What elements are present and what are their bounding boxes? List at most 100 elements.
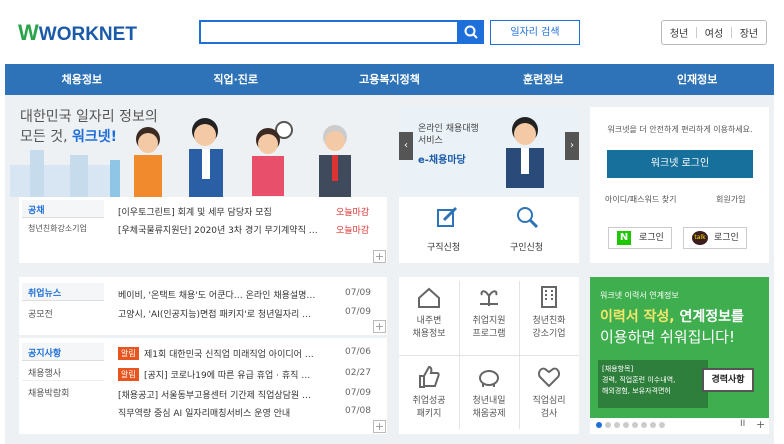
notice-date: 07/08 — [345, 406, 371, 416]
more-button[interactable]: + — [373, 320, 386, 333]
chevron-left-icon[interactable]: ‹ — [399, 132, 413, 160]
tab-youth-company[interactable]: 청년친화강소기업 — [22, 220, 104, 238]
status-badge: 오늘마감 — [336, 226, 370, 236]
service-success-package[interactable]: 취업성공패키지 — [399, 364, 459, 419]
career-card: 경력사항 — [702, 368, 754, 392]
banner-line2: 서비스 — [418, 136, 443, 146]
service-nearby-jobs[interactable]: 내주변채용정보 — [399, 284, 459, 339]
notice-item[interactable]: [공지] 코로나19에 따른 유급 휴업 · 휴직 … — [144, 368, 334, 381]
news-item[interactable]: 베이비, '온택트 채용'도 어쿤다… 온라인 채용설명… — [118, 288, 330, 301]
audience-selector: 청년 여성 장년 — [661, 20, 767, 45]
alert-badge: 알림 — [118, 347, 139, 360]
worknet-logo[interactable]: WWORKNET — [18, 20, 137, 46]
service-label: 프로그램 — [472, 329, 506, 339]
login-desc: 워크넷을 더 안전하게 편리하게 이용하세요. — [607, 125, 753, 134]
naver-login-button[interactable]: N 로그인 — [608, 227, 672, 249]
info-line: [채용항목] — [602, 365, 634, 373]
plus-icon[interactable]: + — [756, 418, 765, 431]
tab-news[interactable]: 취업뉴스 — [22, 283, 104, 301]
service-support-program[interactable]: 취업지원프로그램 — [459, 284, 519, 339]
job-search-button[interactable]: 일자리 검색 — [490, 20, 580, 45]
info-line: 해외경험, 보유자격면허 — [602, 387, 671, 395]
service-youth-deduction[interactable]: 청년내일채움공제 — [459, 364, 519, 419]
service-label: 패키지 — [416, 409, 442, 419]
tab-notice[interactable]: 공지사항 — [22, 343, 104, 361]
notice-item[interactable]: [채용공고] 서울동부고용센터 기간제 직업상담원 … — [118, 388, 334, 401]
audience-women[interactable]: 여성 — [705, 25, 723, 40]
search-icon — [464, 25, 478, 39]
signup-link[interactable]: 회원가입 — [716, 194, 745, 205]
search-input[interactable] — [199, 20, 459, 44]
audience-senior[interactable]: 장년 — [740, 25, 758, 40]
tab-contest[interactable]: 공모전 — [22, 304, 104, 322]
more-button[interactable]: + — [373, 250, 386, 263]
service-label: 내주변 — [416, 316, 442, 326]
recruit-item[interactable]: [이우토그린트] 회계 및 세무 담당자 모집 — [118, 205, 328, 218]
banner-info-box: [채용항목] 경력, 직업훈련 이수내역, 해외경험, 보유자격면허 — [598, 360, 708, 408]
piggy-bank-icon — [479, 370, 499, 387]
businessman-illustration — [506, 117, 544, 188]
nav-item-talent[interactable]: 인재정보 — [620, 64, 774, 95]
apply-panel — [399, 197, 579, 263]
headline-part: 를 — [731, 309, 744, 325]
find-id-link[interactable]: 아이디/패스워드 찾기 — [605, 194, 676, 205]
service-label: 채용정보 — [412, 329, 446, 339]
pencil-icon — [437, 206, 458, 227]
service-label: 취업성공 — [412, 396, 446, 406]
service-psych-test[interactable]: 직업심리검사 — [519, 364, 579, 419]
pager-dots[interactable] — [596, 422, 665, 428]
notice-date: 07/09 — [345, 388, 371, 398]
service-label: 채움공제 — [472, 409, 506, 419]
news-date: 07/09 — [345, 288, 371, 298]
tab-recruit-event[interactable]: 채용행사 — [22, 363, 104, 381]
nav-item-jobs[interactable]: 채용정보 — [5, 64, 159, 95]
news-item[interactable]: 고양시, 'AI(인공지능)면접 패키지'로 청년일자리 … — [118, 307, 330, 320]
info-line: 경력, 직업훈련 이수내역, — [602, 376, 676, 384]
notice-date: 02/27 — [345, 368, 371, 378]
kakao-login-label: 로그인 — [714, 233, 739, 243]
notice-date: 07/06 — [345, 347, 371, 357]
notice-item[interactable]: 직무역량 중심 AI 일자리매칭서비스 운영 안내 — [118, 406, 334, 419]
service-youth-company[interactable]: 청년친화강소기업 — [519, 284, 579, 339]
service-label: 청년내일 — [472, 396, 506, 406]
service-label: 강소기업 — [532, 329, 566, 339]
notice-item[interactable]: 제1회 대한민국 신직업 미래직업 아이디어 … — [144, 347, 334, 360]
more-button[interactable]: + — [373, 420, 386, 433]
house-location-icon — [418, 287, 440, 308]
news-date: 07/09 — [345, 307, 371, 317]
nav-item-career[interactable]: 직업·진로 — [159, 64, 313, 95]
headline-part: 연계정보 — [679, 309, 731, 325]
banner-subheadline: 이용하면 쉬워집니다! — [600, 328, 735, 346]
heart-check-icon — [537, 367, 561, 388]
audience-youth[interactable]: 청년 — [670, 25, 688, 40]
hero-illustration — [10, 118, 351, 197]
tab-job-fair[interactable]: 채용박람회 — [22, 383, 104, 401]
nav-item-training[interactable]: 훈련정보 — [466, 64, 620, 95]
banner-text: 온라인 채용대행 서비스 — [418, 123, 479, 147]
service-label: 취업지원 — [472, 316, 506, 326]
chevron-right-icon[interactable]: › — [565, 132, 579, 160]
kakao-login-button[interactable]: talk 로그인 — [683, 227, 747, 249]
service-label: 검사 — [540, 409, 558, 419]
magnifier-icon — [517, 207, 538, 228]
headline-part: 이력서 작성, — [600, 309, 680, 325]
logo-text: WORKNET — [38, 24, 137, 45]
thumbs-up-icon — [419, 365, 440, 388]
search-button[interactable] — [458, 20, 484, 44]
building-icon — [541, 286, 557, 308]
recruit-item[interactable]: [우체국물류지원단] 2020년 3차 경기 무기계약직 … — [118, 223, 328, 236]
service-label: 직업심리 — [532, 396, 566, 406]
job-seek-apply[interactable]: 구직신청 — [427, 240, 460, 253]
pause-icon[interactable]: II — [740, 419, 745, 429]
worknet-login-button[interactable]: 워크넷 로그인 — [607, 150, 753, 178]
banner-small-title: 워크넷 이력서 연계정보 — [600, 291, 679, 300]
banner-brand: e-채용마당 — [418, 155, 466, 166]
service-label: 청년친화 — [532, 316, 566, 326]
tab-public-recruit[interactable]: 공채 — [22, 200, 104, 218]
kakao-icon: talk — [692, 231, 708, 245]
main-nav: 채용정보 직업·진로 고용복지정책 훈련정보 인재정보 — [5, 64, 774, 95]
job-offer-apply[interactable]: 구인신청 — [510, 240, 543, 253]
divider — [399, 355, 579, 356]
nav-item-welfare[interactable]: 고용복지정책 — [313, 64, 467, 95]
alert-badge: 알림 — [118, 368, 139, 381]
